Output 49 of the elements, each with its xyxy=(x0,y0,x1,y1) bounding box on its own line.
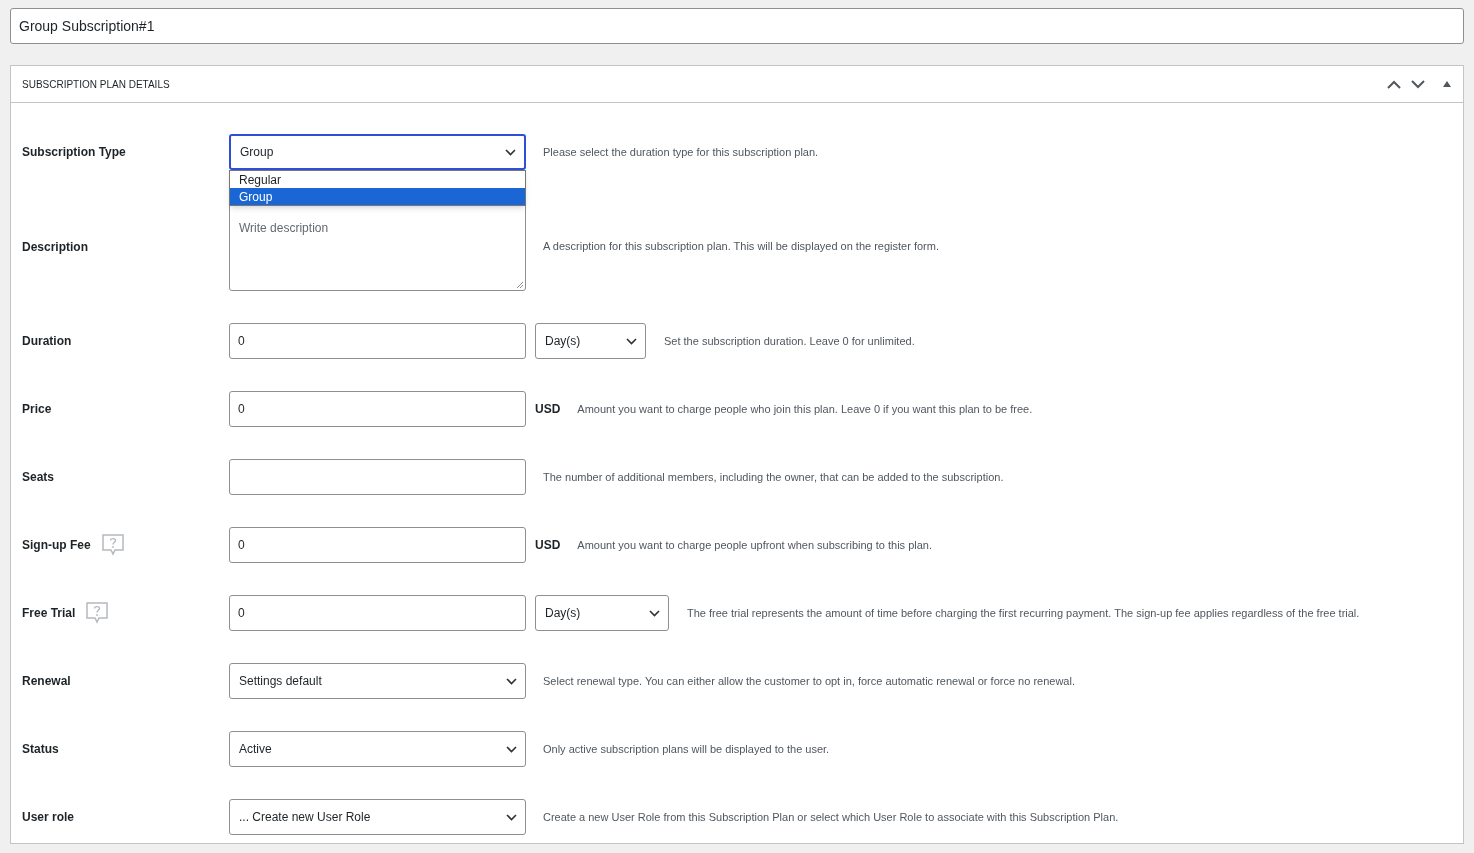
chevron-down-icon xyxy=(505,148,516,156)
field-label: Duration xyxy=(22,333,72,350)
help-text: Set the subscription duration. Leave 0 for unlimited. xyxy=(664,333,915,349)
help-text: The free trial represents the amount of time before charging the first recurring payment. The sign-up fee applies regardless of the free trial. xyxy=(687,605,1360,621)
select-field[interactable]: Settings default xyxy=(229,663,526,699)
resize-handle-icon[interactable] xyxy=(516,281,524,289)
help-text: The number of additional members, including the owner, that can be added to the subscription. xyxy=(543,469,1004,485)
dropdown-option[interactable]: Group xyxy=(230,188,525,205)
select-field[interactable]: Day(s) xyxy=(535,595,669,631)
panel-title: SUBSCRIPTION PLAN DETAILS xyxy=(22,77,170,92)
help-text: Select renewal type. You can either allow the customer to opt in, force automatic renewal or force no renewal. xyxy=(543,673,1075,689)
help-text: A description for this subscription plan. This will be displayed on the register form. xyxy=(543,239,939,255)
help-text: Please select the duration type for this subscription plan. xyxy=(543,144,819,160)
help-text: Create a new User Role from this Subscription Plan or select which User Role to associate with this Subscription Plan. xyxy=(543,809,1119,825)
field-label: Status xyxy=(22,741,59,758)
input-field[interactable]: 0 xyxy=(229,595,526,631)
field-label: Renewal xyxy=(22,673,71,690)
field-label: Sign-up Fee xyxy=(22,537,91,554)
chevron-down-icon xyxy=(649,609,660,617)
currency-label: USD xyxy=(535,401,561,418)
select-field[interactable]: Active xyxy=(229,731,526,767)
chevron-down-icon xyxy=(506,745,517,753)
input-field[interactable] xyxy=(229,459,526,495)
field-label: Subscription Type xyxy=(22,144,126,161)
field-label: Seats xyxy=(22,469,55,486)
help-bubble-icon[interactable] xyxy=(100,534,125,556)
input-field[interactable]: 0 xyxy=(229,323,526,359)
chevron-down-icon xyxy=(506,813,517,821)
field-label: Free Trial xyxy=(22,605,76,622)
title-field[interactable]: Group Subscription#1 xyxy=(10,8,1464,44)
input-field[interactable]: 0 xyxy=(229,527,526,563)
input-field[interactable]: 0 xyxy=(229,391,526,427)
currency-label: USD xyxy=(535,537,561,554)
move-up-icon[interactable] xyxy=(1387,79,1401,89)
help-bubble-icon[interactable] xyxy=(85,602,110,624)
field-label: User role xyxy=(22,809,75,826)
field-label: Price xyxy=(22,401,52,418)
chevron-down-icon xyxy=(626,337,637,345)
dropdown-option[interactable]: Regular xyxy=(230,171,525,188)
help-text: Amount you want to charge people upfront when subscribing to this plan. xyxy=(577,537,932,553)
chevron-down-icon xyxy=(506,677,517,685)
select-field[interactable]: ... Create new User Role xyxy=(229,799,526,835)
field-label: Description xyxy=(22,238,88,256)
select-field[interactable]: Group xyxy=(229,134,526,170)
collapse-toggle-icon[interactable] xyxy=(1443,81,1451,87)
move-down-icon[interactable] xyxy=(1411,79,1425,89)
help-text: Amount you want to charge people who join this plan. Leave 0 if you want this plan to be free. xyxy=(577,401,1033,417)
help-text: Only active subscription plans will be displayed to the user. xyxy=(543,741,830,757)
select-field[interactable]: Day(s) xyxy=(535,323,646,359)
